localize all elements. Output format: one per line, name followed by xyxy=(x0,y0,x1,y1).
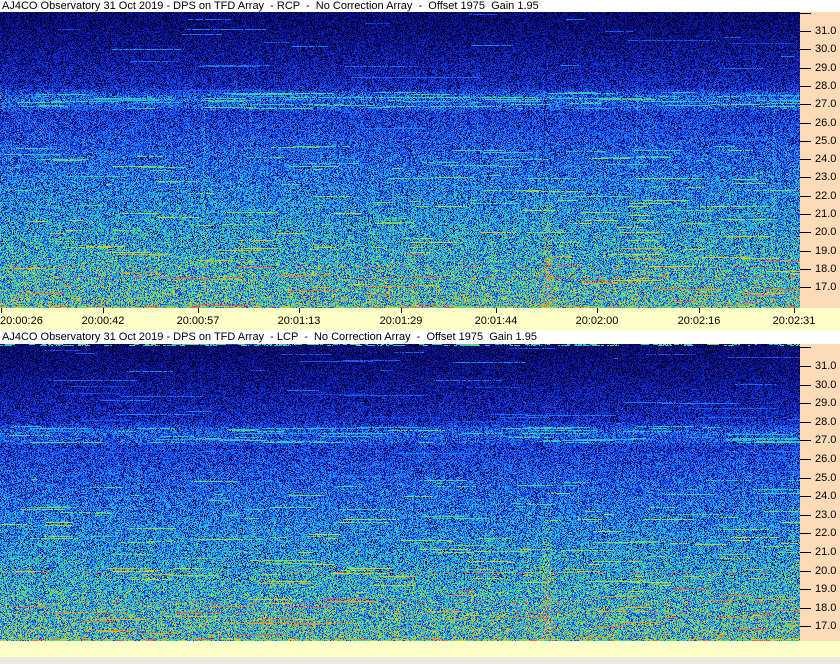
freq-tick-label: 24.0 xyxy=(815,490,837,502)
freq-tick-label: 21.0 xyxy=(815,546,837,558)
time-tick xyxy=(699,308,700,313)
time-tick-label: 20:01:29 xyxy=(379,315,423,327)
freq-tick xyxy=(800,366,811,367)
freq-tick xyxy=(800,515,811,516)
freq-tick xyxy=(800,552,811,553)
freq-tick xyxy=(800,347,811,348)
freq-tick xyxy=(800,31,811,32)
freq-tick xyxy=(800,403,811,404)
freq-tick xyxy=(800,123,811,124)
freq-tick xyxy=(800,177,811,178)
freq-tick-label: 29.0 xyxy=(815,397,837,409)
time-tick-label: 20:02:00 xyxy=(575,315,619,327)
freq-tick-label: 31.0 xyxy=(815,25,837,37)
time-tick-label: 20:01:13 xyxy=(277,315,321,327)
freq-tick xyxy=(800,571,811,572)
freq-tick xyxy=(800,440,811,441)
time-tick xyxy=(1,308,2,313)
freq-tick xyxy=(800,533,811,534)
time-tick-label: 20:00:26 xyxy=(0,315,43,327)
freq-tick xyxy=(800,104,811,105)
panel1-title: AJ4CO Observatory 31 Oct 2019 - DPS on T… xyxy=(0,0,840,12)
freq-tick-label: 26.0 xyxy=(815,453,837,465)
freq-tick xyxy=(800,86,811,87)
freq-tick-label: 30.0 xyxy=(815,379,837,391)
window-bottom-strip xyxy=(0,657,840,664)
time-tick-label: 20:00:57 xyxy=(176,315,220,327)
freq-tick-label: 21.0 xyxy=(815,208,837,220)
freq-tick-label: 20.0 xyxy=(815,226,837,238)
time-tick xyxy=(597,308,598,313)
freq-tick-label: 24.0 xyxy=(815,153,837,165)
freq-tick-label: 22.0 xyxy=(815,190,837,202)
time-axis: 20:00:26 20:00:42 20:00:57 20:01:13 20:01:29… xyxy=(0,308,840,330)
freq-tick-label: 28.0 xyxy=(815,80,837,92)
freq-tick xyxy=(800,385,811,386)
freq-tick-label: 19.0 xyxy=(815,245,837,257)
freq-tick-label: 26.0 xyxy=(815,117,837,129)
freq-tick-label: 31.0 xyxy=(815,360,837,372)
freq-tick-label: 19.0 xyxy=(815,583,837,595)
freq-tick-label: 27.0 xyxy=(815,98,837,110)
freq-tick xyxy=(800,478,811,479)
freq-tick xyxy=(800,196,811,197)
freq-tick xyxy=(800,232,811,233)
panel1-frequency-axis: 31.0 30.0 29.0 28.0 27.0 26.0 25.0 24.0 23.0 22.0… xyxy=(800,12,840,308)
freq-tick-label: 27.0 xyxy=(815,434,837,446)
freq-tick-label: 18.0 xyxy=(815,602,837,614)
radio-sky-spectrograph-screen: AJ4CO Observatory 31 Oct 2019 - DPS on T… xyxy=(0,0,840,664)
time-tick-label: 20:02:31 xyxy=(772,315,816,327)
panel1-spectrogram-canvas[interactable] xyxy=(0,12,800,308)
freq-tick-label: 17.0 xyxy=(815,620,837,632)
freq-tick xyxy=(800,608,811,609)
time-tick xyxy=(401,308,402,313)
time-tick xyxy=(299,308,300,313)
freq-tick-label: 28.0 xyxy=(815,416,837,428)
time-tick-label: 20:01:44 xyxy=(474,315,518,327)
time-tick xyxy=(198,308,199,313)
time-tick xyxy=(103,308,104,313)
freq-tick-label: 25.0 xyxy=(815,472,837,484)
freq-tick xyxy=(800,68,811,69)
time-tick xyxy=(794,308,795,313)
freq-tick-label: 18.0 xyxy=(815,263,837,275)
panel2-spectrogram-canvas[interactable] xyxy=(0,344,800,641)
freq-tick xyxy=(800,269,811,270)
freq-tick-label: 29.0 xyxy=(815,62,837,74)
freq-tick-label: 25.0 xyxy=(815,135,837,147)
freq-tick xyxy=(800,159,811,160)
panel2-frequency-axis: 31.0 30.0 29.0 28.0 27.0 26.0 25.0 24.0 23.0 22.0… xyxy=(800,344,840,641)
time-tick-label: 20:02:16 xyxy=(677,315,721,327)
freq-tick xyxy=(800,251,811,252)
freq-tick xyxy=(800,496,811,497)
time-tick xyxy=(496,308,497,313)
freq-tick xyxy=(800,287,811,288)
freq-tick xyxy=(800,141,811,142)
freq-tick xyxy=(800,422,811,423)
freq-tick-label: 22.0 xyxy=(815,527,837,539)
freq-tick xyxy=(800,589,811,590)
freq-tick-label: 17.0 xyxy=(815,281,837,293)
freq-tick xyxy=(800,459,811,460)
freq-tick xyxy=(800,13,811,14)
freq-tick-label: 23.0 xyxy=(815,509,837,521)
freq-tick-label: 30.0 xyxy=(815,43,837,55)
freq-tick-label: 23.0 xyxy=(815,171,837,183)
panel2-time-axis-empty xyxy=(0,641,840,657)
panel2-title: AJ4CO Observatory 31 Oct 2019 - DPS on T… xyxy=(0,330,840,344)
freq-tick xyxy=(800,214,811,215)
freq-tick xyxy=(800,626,811,627)
freq-tick xyxy=(800,49,811,50)
time-tick-label: 20:00:42 xyxy=(81,315,125,327)
freq-tick-label: 20.0 xyxy=(815,565,837,577)
